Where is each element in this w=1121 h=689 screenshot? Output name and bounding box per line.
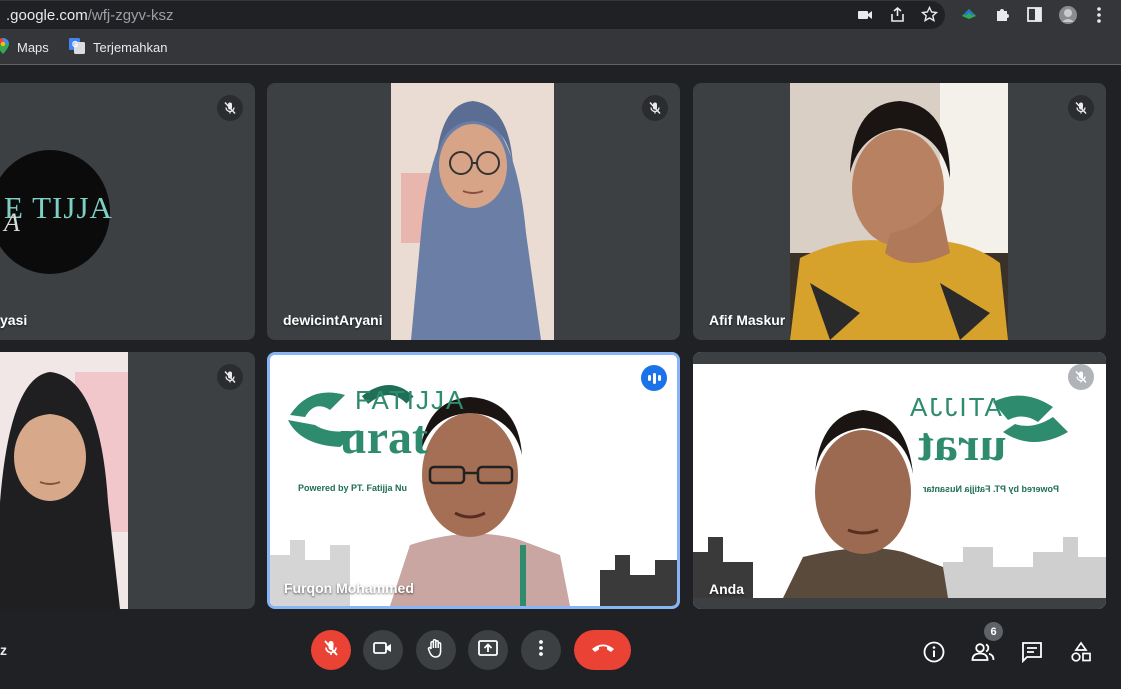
banner-word: urat	[340, 411, 428, 464]
mic-off-icon	[322, 639, 340, 662]
bookmark-label: Terjemahkan	[93, 40, 168, 55]
participant-tile-dewicintaryani[interactable]: dewicintAryani	[267, 83, 680, 340]
fatijja-logo: E TIJJA A	[0, 150, 113, 274]
participant-tile-yasi[interactable]: E TIJJA A yasi	[0, 83, 255, 340]
browser-toolbar: .google.com/wfj-zgyv-ksz	[0, 0, 1121, 30]
raise-hand-icon	[427, 638, 445, 663]
mic-off-icon	[217, 95, 243, 121]
translate-icon: G	[69, 38, 85, 57]
video-camera-icon	[373, 640, 393, 661]
banner-powered: Powered by PT. Fatijja Nu	[298, 483, 408, 493]
share-icon[interactable]	[889, 6, 906, 23]
meeting-details-info-icon[interactable]	[922, 640, 946, 664]
bookmark-star-icon[interactable]	[921, 6, 938, 23]
mic-off-icon	[642, 95, 668, 121]
raise-hand-button[interactable]	[416, 630, 456, 670]
side-panel-icon[interactable]	[1026, 6, 1043, 23]
participant-video	[270, 355, 677, 606]
mic-toggle-button[interactable]	[311, 630, 351, 670]
url-text[interactable]: .google.com/wfj-zgyv-ksz	[6, 7, 174, 24]
maps-icon	[0, 38, 9, 57]
browser-menu-icon[interactable]	[1094, 6, 1104, 24]
logo-text: E TIJJA	[4, 190, 113, 225]
banner-powered: Powered by PT. Fatijja Nusantar	[923, 484, 1060, 494]
puzzle-extensions-icon[interactable]	[994, 6, 1011, 23]
participant-name: dewicintAryani	[283, 312, 383, 328]
present-screen-icon	[478, 639, 498, 661]
activities-icon[interactable]	[1069, 640, 1093, 664]
present-screen-button[interactable]	[468, 630, 508, 670]
call-end-icon	[591, 641, 615, 659]
participant-video	[790, 83, 1008, 340]
meeting-code-fragment: z	[0, 642, 7, 658]
bookmark-translate[interactable]: G Terjemahkan	[69, 38, 167, 57]
more-vert-icon	[538, 639, 544, 662]
participant-name: Furqon Mohammed	[284, 580, 414, 596]
profile-avatar-icon[interactable]	[1058, 4, 1078, 26]
chat-icon[interactable]	[1020, 640, 1044, 664]
participant-name: Anda	[709, 581, 744, 597]
participant-tile-afif-maskur[interactable]: Afif Maskur	[693, 83, 1106, 340]
participant-video	[693, 352, 1106, 609]
mic-off-icon	[217, 364, 243, 390]
banner-word: urat	[918, 418, 1006, 471]
participant-tile-left[interactable]	[0, 352, 255, 609]
more-options-button[interactable]	[521, 630, 561, 670]
participant-tile-furqon-mohammed[interactable]: FATIJJA urat Powered by PT. Fatijja Nu F…	[267, 352, 680, 609]
bookmark-label: Maps	[17, 40, 49, 55]
logo-letter: A	[4, 208, 20, 237]
extension-icon[interactable]	[960, 6, 978, 24]
mic-off-icon	[1068, 364, 1094, 390]
bookmark-maps[interactable]: Maps	[0, 38, 49, 57]
participant-name: Afif Maskur	[709, 312, 786, 328]
bookmarks-bar: Maps G Terjemahkan	[0, 30, 1121, 65]
leave-call-button[interactable]	[574, 630, 631, 670]
participant-tile-anda[interactable]: FATIJJA urat Powered by PT. Fatijja Nusa…	[693, 352, 1106, 609]
camera-indicator-icon[interactable]	[857, 7, 873, 23]
speaking-indicator-icon	[641, 365, 667, 391]
mic-off-icon	[1068, 95, 1094, 121]
svg-text:G: G	[72, 40, 78, 49]
camera-toggle-button[interactable]	[363, 630, 403, 670]
participant-video	[391, 83, 554, 340]
participant-video	[0, 352, 128, 609]
participant-name: yasi	[0, 312, 28, 328]
participants-count-badge: 6	[984, 622, 1003, 641]
url-path: /wfj-zgyv-ksz	[87, 7, 174, 24]
address-bar[interactable]: .google.com/wfj-zgyv-ksz	[0, 1, 945, 29]
url-host: .google.com	[6, 7, 88, 24]
people-icon[interactable]	[971, 640, 995, 664]
